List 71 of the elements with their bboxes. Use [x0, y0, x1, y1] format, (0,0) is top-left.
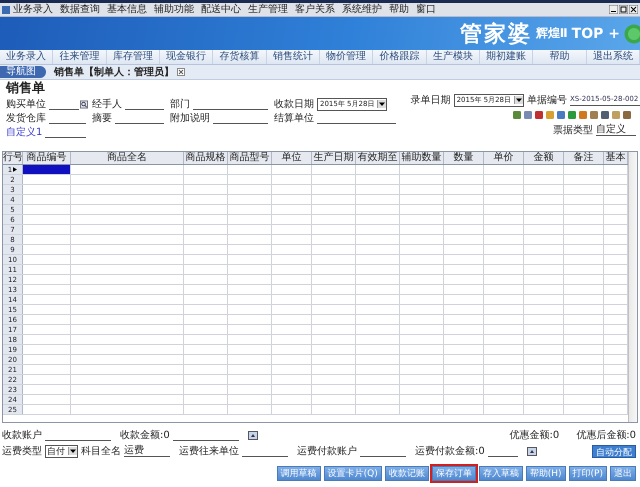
menu-item[interactable]: 业务录入	[13, 4, 53, 16]
row-pointer-icon	[13, 167, 18, 172]
minimize-icon[interactable]	[609, 5, 618, 14]
lookup-icon[interactable]	[80, 100, 88, 108]
field-label: 部门	[170, 98, 190, 111]
column-header[interactable]: 数量	[444, 152, 484, 164]
app-icon	[2, 6, 10, 14]
input-field[interactable]: 自定义	[596, 124, 636, 136]
logo-brand: 管家婆	[460, 20, 532, 48]
field-label: 结算单位	[274, 112, 314, 125]
nav-tab[interactable]: 现金银行	[160, 50, 214, 64]
globe-icon	[624, 24, 640, 44]
nav-tab[interactable]: 帮助	[533, 50, 587, 64]
nav-tab[interactable]: 价格跟踪	[373, 50, 427, 64]
field-label: 收款账户	[2, 428, 42, 442]
field-label: 票据类型	[553, 124, 593, 137]
document-tab[interactable]: 销售单【制单人：管理员】	[54, 65, 174, 79]
field-label: 录单日期	[410, 94, 451, 107]
close-icon[interactable]	[629, 5, 638, 14]
column-header[interactable]: 有效期至	[356, 152, 400, 164]
field-label: 经手人	[92, 98, 122, 111]
dropdown-icon[interactable]	[68, 447, 77, 455]
menu-item[interactable]: 系统维护	[342, 4, 382, 16]
column-header[interactable]: 单价	[484, 152, 524, 164]
field-label: 单据编号	[527, 94, 567, 107]
menu-item[interactable]: 客户关系	[295, 4, 335, 16]
column-header[interactable]: 辅助数量	[400, 152, 444, 164]
field-label: 附加说明	[170, 112, 210, 125]
home-tab[interactable]: 导航图	[0, 66, 46, 78]
column-header[interactable]: 单位	[272, 152, 312, 164]
field-label: 科目全名	[81, 444, 121, 458]
field-label: 收款日期	[274, 98, 314, 111]
nav-tab[interactable]: 存货核算	[213, 50, 267, 64]
field-label: 运费类型	[2, 444, 42, 458]
logo-edition: 辉煌Ⅱ	[536, 25, 568, 42]
nav-tab[interactable]: 业务录入	[0, 50, 54, 64]
nav-tab[interactable]: 物价管理	[320, 50, 374, 64]
menu-item[interactable]: 基本信息	[107, 4, 147, 16]
nav-tab[interactable]: 期初建账	[480, 50, 534, 64]
dropdown-icon[interactable]	[377, 100, 386, 108]
nav-tab[interactable]: 往来管理	[53, 50, 107, 64]
menu-item[interactable]: 窗口	[416, 4, 436, 16]
current-cell[interactable]	[23, 165, 71, 174]
menu-item[interactable]: 数据查询	[60, 4, 100, 16]
logo-suffix: TOP +	[572, 26, 620, 42]
nav-tab[interactable]: 销售统计	[266, 50, 320, 64]
field-label: 运费付款金额:0	[415, 444, 485, 458]
form-title: 销售单	[6, 81, 46, 97]
after-discount-text: 优惠后金额:0	[576, 428, 636, 442]
menu-item[interactable]: 辅助功能	[154, 4, 194, 16]
nav-tab[interactable]: 生产模块	[426, 50, 480, 64]
nav-tab[interactable]: 库存管理	[106, 50, 160, 64]
menu-item[interactable]: 配送中心	[201, 4, 241, 16]
field-label: 购买单位	[6, 98, 46, 111]
close-icon[interactable]	[177, 68, 185, 76]
restore-icon[interactable]	[619, 5, 628, 14]
field-label: 运费付款账户	[297, 444, 357, 458]
menu-item[interactable]: 帮助	[389, 4, 409, 16]
freight-type-select[interactable]: 自付	[45, 444, 78, 458]
input-field[interactable]: 运费	[124, 445, 170, 457]
field-label: 发货仓库	[6, 112, 46, 125]
field-label: 收款金额:0	[120, 428, 170, 442]
scrollbar[interactable]	[628, 152, 637, 422]
field-link[interactable]: 自定义1	[6, 125, 42, 139]
field-label: 运费往来单位	[179, 444, 239, 458]
discount-text: 优惠金额:0	[510, 428, 560, 442]
dropdown-icon[interactable]	[514, 96, 523, 104]
menu-item[interactable]: 生产管理	[248, 4, 288, 16]
auto-button[interactable]: 自动分配	[592, 444, 636, 458]
nav-tab[interactable]: 退出系统	[586, 50, 640, 64]
field-label: 摘要	[92, 112, 112, 125]
